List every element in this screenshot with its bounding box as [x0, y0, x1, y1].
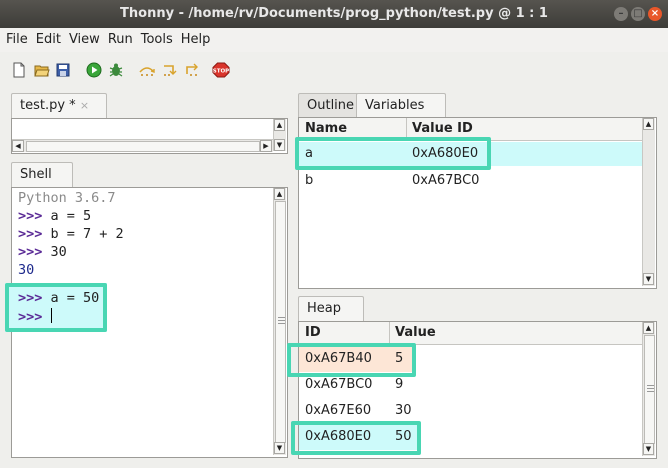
variables-panel: Name Value ID a 0xA680E0 b 0xA67BC0 ▲ ▼	[295, 117, 657, 289]
heap-panel: ID Value 0xA67B40 5 0xA67BC0 9 0xA67E60 …	[287, 321, 657, 459]
run-icon[interactable]	[86, 62, 102, 78]
heap-id[interactable]: 0xA67E60	[305, 400, 371, 422]
shell-scroll-thumb[interactable]	[275, 201, 286, 443]
variables-vertical-scrollbar[interactable]: ▲ ▼	[642, 118, 655, 286]
shell-panel[interactable]: Python 3.6.7 >>> a = 5 >>> b = 7 + 2 >>>…	[5, 187, 288, 458]
column-header-value[interactable]: Value	[395, 322, 436, 344]
shell-prompt: >>>	[18, 309, 43, 325]
scroll-right-icon[interactable]: ▶	[260, 140, 272, 152]
tab-variables[interactable]: Variables	[356, 93, 446, 119]
editor-tab-label: test.py *	[20, 98, 76, 113]
tab-heap[interactable]: Heap	[298, 296, 364, 323]
scroll-down-icon[interactable]: ▼	[274, 442, 285, 454]
text-cursor	[50, 308, 52, 323]
variable-value-id[interactable]: 0xA67BC0	[412, 170, 479, 192]
menu-tools[interactable]: Tools	[137, 28, 177, 52]
shell-output: 30	[18, 262, 35, 278]
editor-horizontal-scrollbar[interactable]: ◀ ▶	[12, 139, 273, 152]
shell-line: >>> a = 50	[18, 290, 99, 306]
maximize-button[interactable]: □	[631, 7, 645, 21]
shell-input[interactable]	[42, 309, 50, 325]
editor-vertical-scrollbar[interactable]: ▲ ▼	[273, 119, 286, 151]
scroll-down-icon[interactable]: ▼	[274, 139, 285, 151]
tab-test-py[interactable]: test.py * ×	[11, 93, 107, 120]
variables-highlight-box	[295, 137, 491, 170]
minimize-button[interactable]: –	[614, 7, 628, 21]
maximize-icon: □	[633, 8, 643, 19]
minimize-icon: –	[618, 8, 624, 19]
open-folder-icon[interactable]	[34, 62, 50, 78]
toolbar: STOP	[0, 52, 668, 88]
close-icon: ×	[650, 8, 660, 19]
heap-id[interactable]: 0xA67B40	[305, 348, 372, 370]
stop-label: STOP	[213, 69, 229, 75]
shell-code: a = 50	[42, 290, 100, 306]
shell-banner: Python 3.6.7	[18, 190, 116, 206]
shell-line: >>> b = 7 + 2	[18, 226, 124, 242]
stop-icon[interactable]: STOP	[212, 62, 230, 78]
heap-value[interactable]: 5	[395, 348, 403, 370]
shell-prompt: >>>	[18, 290, 43, 306]
outline-tab-label: Outline	[307, 98, 355, 113]
close-button[interactable]: ×	[648, 7, 662, 21]
step-over-icon[interactable]	[138, 62, 156, 78]
scroll-down-icon[interactable]: ▼	[643, 443, 654, 455]
menu-edit[interactable]: Edit	[32, 28, 65, 52]
scroll-down-icon[interactable]: ▼	[643, 273, 654, 285]
heap-value[interactable]: 9	[395, 374, 403, 396]
shell-prompt: >>>	[18, 208, 43, 224]
variable-name[interactable]: b	[305, 170, 313, 192]
scroll-up-icon[interactable]: ▲	[274, 188, 285, 200]
scroll-up-icon[interactable]: ▲	[643, 118, 654, 130]
scroll-up-icon[interactable]: ▲	[274, 119, 285, 131]
variables-tab-label: Variables	[365, 98, 425, 113]
shell-vertical-scrollbar[interactable]: ▲ ▼	[273, 188, 286, 455]
shell-code: a = 5	[42, 208, 92, 224]
scroll-left-icon[interactable]: ◀	[12, 140, 24, 152]
heap-vertical-scrollbar[interactable]: ▲ ▼	[642, 322, 655, 456]
heap-value[interactable]: 30	[395, 400, 412, 422]
column-header-id[interactable]: ID	[305, 322, 321, 344]
shell-line: >>> a = 5	[18, 208, 91, 224]
menu-file[interactable]: File	[2, 28, 32, 52]
debug-icon[interactable]	[108, 62, 124, 78]
title-bar: Thonny - /home/rv/Documents/prog_python/…	[0, 0, 668, 28]
step-into-icon[interactable]	[161, 62, 179, 78]
save-icon[interactable]	[56, 62, 70, 78]
step-out-icon[interactable]	[183, 62, 201, 78]
tab-shell[interactable]: Shell	[11, 162, 73, 189]
menu-run[interactable]: Run	[104, 28, 137, 52]
tab-close-icon[interactable]: ×	[80, 99, 89, 112]
heap-scroll-thumb[interactable]	[644, 335, 655, 444]
scroll-up-icon[interactable]: ▲	[643, 322, 654, 334]
editor-area[interactable]: ▲ ▼ ◀ ▶	[11, 118, 288, 154]
shell-prompt: >>>	[18, 244, 43, 260]
menu-bar: File Edit View Run Tools Help	[0, 28, 668, 52]
shell-line: >>> 30	[18, 244, 67, 260]
menu-view[interactable]: View	[65, 28, 104, 52]
heap-value[interactable]: 50	[395, 426, 412, 448]
window-title: Thonny - /home/rv/Documents/prog_python/…	[120, 6, 548, 21]
shell-code: 30	[42, 244, 67, 260]
shell-tab-label: Shell	[20, 167, 52, 182]
horizontal-scroll-thumb[interactable]	[26, 141, 260, 152]
shell-code: b = 7 + 2	[42, 226, 124, 242]
heap-id[interactable]: 0xA67BC0	[305, 374, 372, 396]
shell-prompt: >>>	[18, 226, 43, 242]
heap-id[interactable]: 0xA680E0	[305, 426, 371, 448]
heap-table-header: ID Value	[299, 322, 642, 345]
shell-input-line[interactable]: >>>	[18, 308, 52, 325]
menu-help[interactable]: Help	[177, 28, 215, 52]
new-file-icon[interactable]	[12, 62, 26, 78]
heap-tab-label: Heap	[307, 301, 341, 316]
